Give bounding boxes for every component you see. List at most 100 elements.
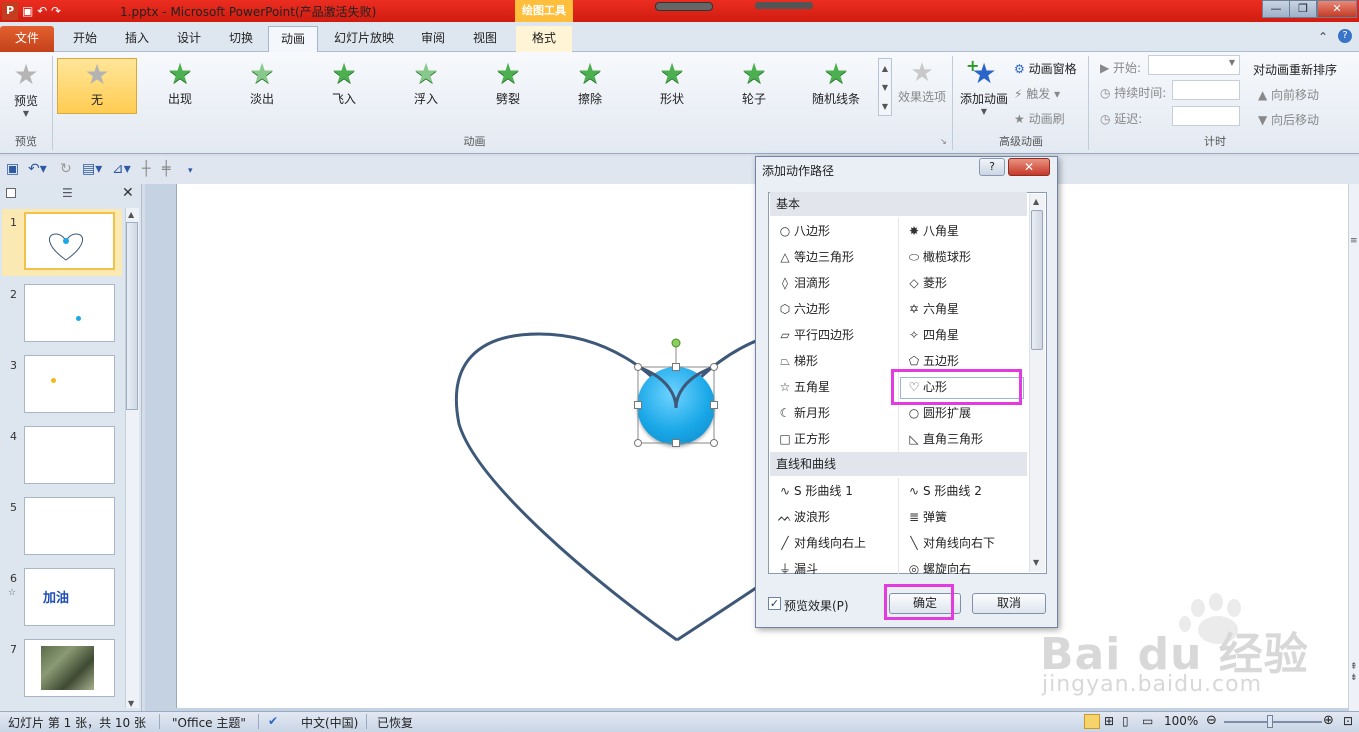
path-item-trapezoid[interactable]: ⏢ 梯形: [776, 348, 818, 374]
path-item-eight-point-star[interactable]: ✸ 八角星: [905, 218, 959, 244]
tab-review[interactable]: 审阅: [410, 26, 456, 52]
path-item-funnel[interactable]: ⏚ 漏斗: [776, 556, 818, 574]
scroll-down-icon[interactable]: ▼: [128, 699, 134, 708]
tab-format[interactable]: 格式: [516, 26, 572, 52]
path-item-s-curve-2[interactable]: ∿ S 形曲线 2: [905, 478, 982, 504]
path-item-square[interactable]: □ 正方形: [776, 426, 830, 452]
animation-pane-button[interactable]: ⚙ 动画窗格: [1014, 60, 1077, 77]
animation-random-bars[interactable]: ★ 随机线条: [796, 58, 876, 114]
zoom-slider-thumb[interactable]: [1267, 715, 1273, 728]
animation-appear[interactable]: ★ 出现: [140, 58, 220, 114]
path-item-hexagon[interactable]: ⬡ 六边形: [776, 296, 830, 322]
animation-shape[interactable]: ★ 形状: [632, 58, 712, 114]
path-item-crescent[interactable]: ☾ 新月形: [776, 400, 830, 426]
duration-spinner[interactable]: [1172, 80, 1240, 100]
start-dropdown[interactable]: ▼: [1148, 55, 1240, 75]
path-item-diagonal-down-right[interactable]: ╲ 对角线向右下: [905, 530, 995, 556]
tab-insert[interactable]: 插入: [114, 26, 160, 52]
cancel-button[interactable]: 取消: [972, 593, 1046, 614]
slides-tab-icon[interactable]: [6, 188, 16, 198]
dialog-help-button[interactable]: ?: [979, 158, 1005, 176]
path-item-spiral-right[interactable]: ◎ 螺旋向右: [905, 556, 971, 574]
zoom-in-icon[interactable]: ⊕: [1323, 713, 1334, 728]
trigger-button[interactable]: ⚡ 触发 ▾: [1014, 85, 1060, 102]
language-status[interactable]: 中文(中国): [301, 714, 358, 731]
powerpoint-app-icon[interactable]: P: [2, 2, 18, 20]
align-icon[interactable]: ⊿▾: [112, 161, 131, 177]
tab-view[interactable]: 视图: [462, 26, 508, 52]
tab-transitions[interactable]: 切换: [218, 26, 264, 52]
tab-design[interactable]: 设计: [166, 26, 212, 52]
delay-spinner[interactable]: [1172, 106, 1240, 126]
slide-thumbnail-7[interactable]: [24, 639, 115, 697]
scroll-up-icon[interactable]: ▲: [1033, 197, 1039, 206]
animation-none[interactable]: ★ 无: [57, 58, 137, 114]
slide-thumbnail-1[interactable]: [24, 212, 115, 270]
path-item-football[interactable]: ⬭ 橄榄球形: [905, 244, 971, 270]
zoom-out-icon[interactable]: ⊖: [1206, 713, 1217, 728]
group-icon[interactable]: ┼: [142, 161, 150, 177]
move-earlier-button[interactable]: ▲ 向前移动: [1258, 86, 1319, 103]
tab-animations[interactable]: 动画: [268, 26, 318, 52]
spellcheck-icon[interactable]: ✔: [268, 714, 278, 728]
scroll-thumb-icon[interactable]: ≡: [1350, 236, 1358, 246]
ribbon-minimize-icon[interactable]: ⌃: [1318, 30, 1328, 44]
outline-tab-icon[interactable]: ☰: [62, 186, 73, 200]
scroll-up-icon[interactable]: ▲: [128, 210, 134, 219]
preview-effect-checkbox[interactable]: ✓: [768, 597, 781, 610]
path-item-triangle[interactable]: △ 等边三角形: [776, 244, 854, 270]
zoom-level[interactable]: 100%: [1164, 714, 1198, 728]
tab-home[interactable]: 开始: [62, 26, 108, 52]
gallery-scroll[interactable]: ▲ ▼ ▼: [878, 58, 892, 116]
slide-thumbnail-5[interactable]: [24, 497, 115, 555]
preview-button[interactable]: ★ 预览 ▼: [6, 58, 46, 122]
slide-sorter-icon[interactable]: ⊞: [1104, 714, 1114, 728]
path-item-parallelogram[interactable]: ▱ 平行四边形: [776, 322, 854, 348]
customize-qat-icon[interactable]: ▾: [188, 166, 193, 176]
reading-view-icon[interactable]: ▯: [1122, 714, 1129, 728]
restore-button[interactable]: ❐: [1289, 0, 1317, 18]
animation-wipe[interactable]: ★ 擦除: [550, 58, 630, 114]
save-icon[interactable]: ▣: [6, 161, 19, 177]
animation-float-in[interactable]: ★ 浮入: [386, 58, 466, 114]
slide-thumbnail-4[interactable]: [24, 426, 115, 484]
layout-icon[interactable]: ▤▾: [82, 161, 102, 177]
slides-scroll-thumb[interactable]: [126, 222, 138, 410]
path-item-diamond[interactable]: ◇ 菱形: [905, 270, 947, 296]
minimize-button[interactable]: —: [1262, 0, 1290, 18]
tab-slideshow[interactable]: 幻灯片放映: [326, 26, 402, 52]
fit-to-window-icon[interactable]: ⊡: [1343, 714, 1353, 728]
window-close-button[interactable]: ✕: [1317, 0, 1357, 18]
tab-file[interactable]: 文件: [0, 26, 54, 52]
distribute-icon[interactable]: ╪: [162, 161, 170, 177]
animation-wheel[interactable]: ★ 轮子: [714, 58, 794, 114]
dialog-launcher-icon[interactable]: ↘: [940, 137, 947, 146]
page-nav-icon[interactable]: ⇞ ⇟: [1350, 662, 1358, 684]
path-item-six-point-star[interactable]: ✡ 六角星: [905, 296, 959, 322]
slideshow-view-icon[interactable]: ▭: [1142, 714, 1153, 728]
slide-thumbnail-3[interactable]: [24, 355, 115, 413]
animation-fly-in[interactable]: ★ 飞入: [304, 58, 384, 114]
path-item-teardrop[interactable]: ◊ 泪滴形: [776, 270, 830, 296]
workspace-scrollbar[interactable]: [1349, 184, 1359, 711]
scroll-down-icon[interactable]: ▼: [1033, 558, 1039, 567]
path-item-diagonal-up-right[interactable]: ╱ 对角线向右上: [776, 530, 866, 556]
path-list-scroll-thumb[interactable]: [1031, 210, 1043, 350]
path-item-right-triangle[interactable]: ◺ 直角三角形: [905, 426, 983, 452]
animation-fade[interactable]: ★ 淡出: [222, 58, 302, 114]
animation-split[interactable]: ★ 劈裂: [468, 58, 548, 114]
path-item-wave[interactable]: ᨓ 波浪形: [776, 504, 830, 530]
zoom-slider-track[interactable]: [1224, 721, 1322, 723]
close-pane-icon[interactable]: ✕: [122, 185, 134, 201]
dialog-close-button[interactable]: ✕: [1008, 158, 1050, 176]
effect-options-button[interactable]: ★ 效果选项: [896, 58, 948, 118]
path-item-four-point-star[interactable]: ✧ 四角星: [905, 322, 959, 348]
redo-icon[interactable]: ↻: [60, 161, 72, 177]
animation-painter-button[interactable]: ★ 动画刷: [1014, 110, 1065, 127]
path-item-s-curve-1[interactable]: ∿ S 形曲线 1: [776, 478, 853, 504]
path-item-spring[interactable]: ≣ 弹簧: [905, 504, 947, 530]
move-later-button[interactable]: ▼ 向后移动: [1258, 111, 1319, 128]
help-icon[interactable]: ?: [1338, 29, 1352, 43]
path-item-five-point-star[interactable]: ☆ 五角星: [776, 374, 830, 400]
normal-view-icon[interactable]: [1084, 714, 1100, 729]
